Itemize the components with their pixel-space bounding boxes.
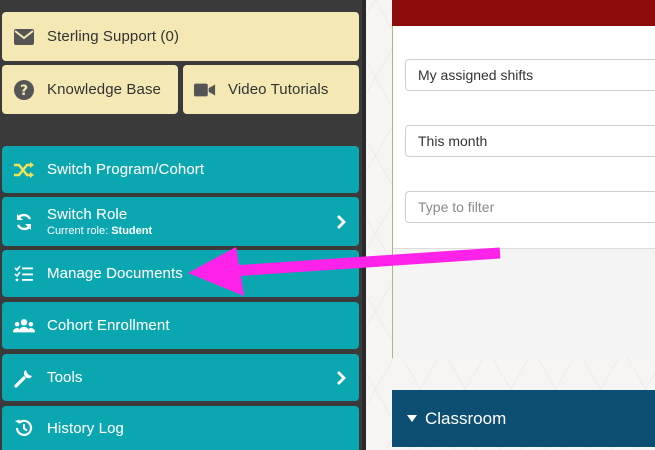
sidebar: Sterling Support (0) ? Knowledge Base Vi… [0, 0, 366, 450]
filter-input[interactable] [405, 191, 655, 223]
manage-documents-button[interactable]: Manage Documents [2, 250, 359, 297]
switch-program-button[interactable]: Switch Program/Cohort [2, 146, 359, 193]
checklist-icon [13, 263, 35, 285]
wrench-icon [13, 367, 35, 389]
period-filter-value: This month [418, 133, 488, 149]
shuffle-icon [13, 159, 35, 181]
shift-filter-select[interactable]: My assigned shifts [405, 59, 655, 91]
current-role-value: Student [111, 224, 153, 237]
svg-text:?: ? [20, 83, 28, 99]
video-tutorials-button[interactable]: Video Tutorials [183, 65, 359, 114]
history-log-label: History Log [47, 419, 124, 437]
shift-filter-value: My assigned shifts [418, 67, 534, 83]
sterling-support-button[interactable]: Sterling Support (0) [2, 12, 359, 61]
question-circle-icon: ? [13, 79, 35, 101]
switch-program-label: Switch Program/Cohort [47, 161, 205, 178]
cohort-enrollment-label: Cohort Enrollment [47, 317, 170, 334]
cohort-enrollment-button[interactable]: Cohort Enrollment [2, 302, 359, 349]
envelope-icon [13, 26, 35, 48]
history-icon [13, 417, 35, 439]
sterling-support-label: Sterling Support (0) [47, 28, 180, 45]
chevron-right-icon [333, 370, 349, 386]
tools-label: Tools [47, 369, 83, 386]
caret-down-icon [407, 415, 417, 422]
current-role: Current role: Student [47, 225, 152, 238]
sidebar-divider [0, 116, 362, 146]
shifts-list-area [393, 248, 655, 358]
refresh-icon [13, 211, 35, 233]
switch-role-button[interactable]: Switch Role Current role: Student [2, 197, 359, 246]
knowledge-base-label: Knowledge Base [47, 81, 161, 98]
video-tutorials-label: Video Tutorials [228, 81, 329, 98]
history-log-button[interactable]: History Log [2, 406, 359, 450]
manage-documents-label: Manage Documents [47, 265, 183, 282]
knowledge-base-button[interactable]: ? Knowledge Base [2, 65, 178, 114]
switch-role-text: Switch Role Current role: Student [47, 206, 152, 238]
switch-role-label: Switch Role [47, 205, 128, 223]
tools-button[interactable]: Tools [2, 354, 359, 401]
period-filter-select[interactable]: This month [405, 125, 655, 157]
classroom-label: Classroom [425, 408, 507, 428]
classroom-section-toggle[interactable]: Classroom [392, 390, 655, 447]
chevron-right-icon [333, 214, 349, 230]
panel-header [392, 0, 655, 26]
users-icon [13, 315, 35, 337]
current-role-prefix: Current role: [47, 224, 112, 237]
video-camera-icon [194, 79, 216, 101]
